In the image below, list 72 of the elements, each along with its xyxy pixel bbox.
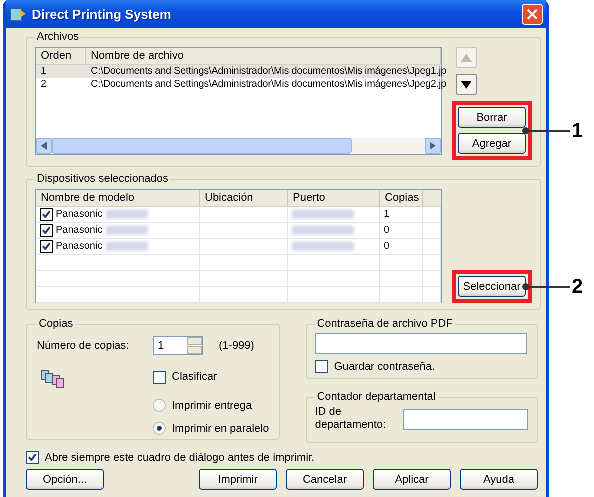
blurred-text: [106, 226, 148, 235]
column-header[interactable]: Copias: [380, 190, 423, 206]
leader-line: [522, 126, 572, 134]
checkbox[interactable]: [40, 224, 53, 237]
window-title: Direct Printing System: [32, 6, 172, 22]
copies-cell: 0: [384, 241, 390, 252]
dialog-button[interactable]: Ayuda: [460, 469, 538, 490]
down-triangle-icon: [461, 80, 472, 88]
right-arrow-icon: [430, 142, 436, 150]
group-label: Contador departamental: [316, 391, 437, 403]
checkbox-label: Clasificar: [172, 371, 218, 383]
list-action-button[interactable]: Borrar: [458, 107, 526, 128]
group-label: Archivos: [36, 31, 80, 43]
column-header[interactable]: Nombre de modelo: [36, 190, 200, 206]
close-button[interactable]: [522, 4, 543, 24]
checkbox[interactable]: [153, 370, 166, 384]
checkbox[interactable]: [26, 451, 39, 464]
column-header[interactable]: Nombre de archivo: [86, 48, 441, 64]
device-table[interactable]: Nombre de modelo Ubicación Puerto Copias Panasonic 1 Panasonic 0 Panasonic 0: [35, 189, 442, 303]
dialog-button[interactable]: Opción...: [26, 469, 104, 490]
file-path-cell-text: C:\Documents and Settings\Administrador\Mis documentos\Mis imágenes\Jpeg1.jp: [90, 65, 448, 78]
range-hint: (1-999): [219, 340, 254, 352]
field-label: ID de departamento:: [315, 406, 384, 432]
radio-button[interactable]: [153, 422, 166, 435]
radio-label: Imprimir en paralelo: [172, 422, 270, 434]
column-header[interactable]: Orden: [36, 48, 86, 64]
checkbox[interactable]: [40, 208, 53, 221]
group-label: Copias: [38, 318, 74, 330]
field-label: Número de copias:: [37, 340, 130, 352]
scroll-left-button[interactable]: [36, 138, 52, 154]
close-icon: [527, 8, 538, 20]
radio-label: Imprimir entrega: [172, 400, 252, 412]
model-name: Panasonic: [56, 209, 103, 220]
up-triangle-icon: [461, 54, 472, 62]
copies-spinner[interactable]: 1: [153, 336, 203, 355]
blurred-text: [292, 226, 354, 235]
dialog-button[interactable]: Imprimir: [199, 469, 277, 490]
horizontal-scrollbar[interactable]: [36, 138, 441, 154]
column-header[interactable]: Ubicación: [200, 190, 288, 206]
dialog-button[interactable]: Aplicar: [373, 469, 451, 490]
department-id-field[interactable]: [403, 408, 528, 430]
list-action-button[interactable]: Agregar: [458, 133, 526, 154]
model-name: Panasonic: [56, 225, 103, 236]
copies-cell: 0: [384, 225, 390, 236]
printer-app-icon: [10, 6, 27, 22]
checkbox[interactable]: [315, 360, 328, 373]
file-path-cell-text: C:\Documents and Settings\Administrador\Mis documentos\Mis imágenes\Jpeg2.jp: [90, 78, 448, 91]
group-label: Dispositivos seleccionados: [36, 173, 170, 185]
password-field[interactable]: [315, 333, 528, 354]
select-button[interactable]: Seleccionar: [458, 276, 526, 297]
dialog-button[interactable]: Cancelar: [286, 469, 364, 490]
checkbox-label: Abre siempre este cuadro de diálogo antes de imprimir.: [45, 452, 315, 464]
scroll-thumb[interactable]: [52, 138, 352, 154]
callout-number: 1: [572, 120, 584, 142]
move-down-button[interactable]: [456, 74, 477, 95]
order-cell-text: 1: [40, 65, 48, 78]
blurred-text: [106, 242, 148, 251]
blurred-text: [292, 210, 354, 219]
group-label: Contraseña de archivo PDF: [316, 318, 454, 330]
callout-number: 2: [572, 276, 584, 298]
checkbox[interactable]: [40, 240, 53, 253]
leader-line: [522, 282, 572, 290]
copies-cell: 1: [384, 209, 390, 220]
model-name: Panasonic: [56, 241, 103, 252]
column-header[interactable]: Puerto: [288, 190, 380, 206]
left-arrow-icon: [41, 142, 47, 150]
radio-button[interactable]: [153, 399, 166, 412]
order-cell-text: 2: [40, 78, 48, 91]
checkbox-label: Guardar contraseña.: [334, 360, 436, 372]
blurred-text: [106, 210, 148, 219]
scroll-right-button[interactable]: [425, 138, 441, 154]
blurred-text: [292, 242, 354, 251]
